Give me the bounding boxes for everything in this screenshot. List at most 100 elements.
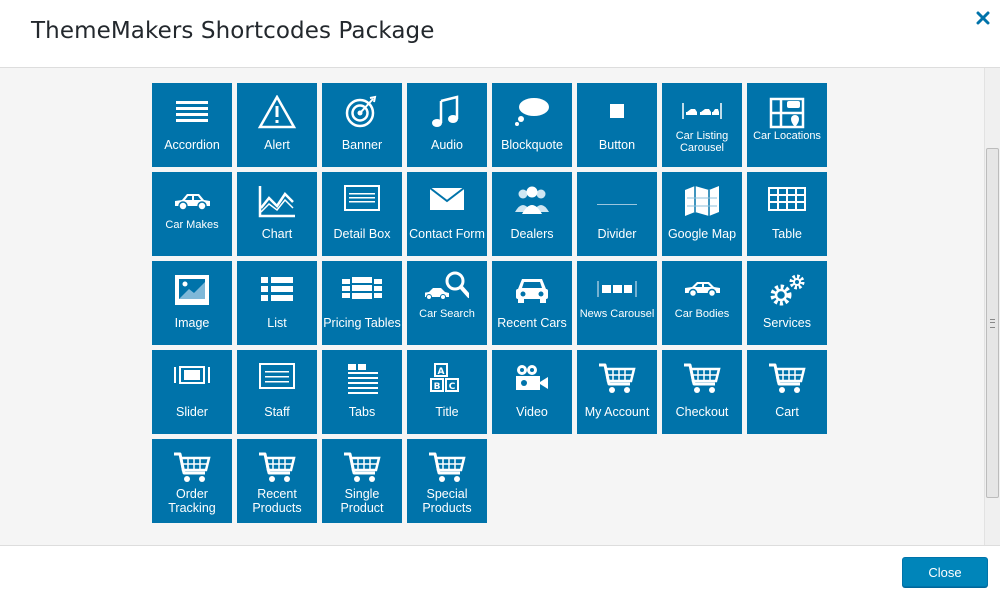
shortcode-tile-table[interactable]: Table [747,172,827,256]
shortcode-label: Google Map [667,227,737,241]
shortcode-label: Car Bodies [674,308,730,320]
shortcode-tile-recent-cars[interactable]: Recent Cars [492,261,572,345]
shortcode-tile-cart[interactable]: Cart [747,350,827,434]
shortcode-label: Cart [775,405,799,419]
scrollbar[interactable] [984,68,1000,545]
dialog-footer: Close [0,545,1000,596]
shortcode-label: Services [763,316,811,330]
dialog-title: ThemeMakers Shortcodes Package [31,18,435,44]
google-map-icon [662,172,742,230]
shortcode-label: Recent Cars [497,316,567,330]
video-icon [492,350,572,408]
banner-icon [322,83,402,141]
shortcode-label: Car Listing Carousel [675,130,729,154]
shortcode-label: List [267,316,287,330]
shortcode-tile-banner[interactable]: Banner [322,83,402,167]
contact-form-icon [407,172,487,230]
shortcode-tile-services[interactable]: Services [747,261,827,345]
shortcode-label: Single Product [340,487,384,515]
shortcode-tile-audio[interactable]: Audio [407,83,487,167]
shortcode-tile-title[interactable]: A B C Title [407,350,487,434]
shortcode-tile-car-makes[interactable]: Car Makes [152,172,232,256]
shortcode-tile-car-search[interactable]: Car Search [407,261,487,345]
image-icon [152,261,232,319]
shortcode-tile-my-account[interactable]: My Account [577,350,657,434]
tabs-icon [322,350,402,408]
pricing-tables-icon [322,261,402,319]
shortcode-tile-video[interactable]: Video [492,350,572,434]
shortcode-tile-tabs[interactable]: Tabs [322,350,402,434]
shortcode-tile-special-products[interactable]: Special Products [407,439,487,523]
shortcode-tile-car-bodies[interactable]: Car Bodies [662,261,742,345]
shortcode-label: Car Locations [753,130,821,142]
shortcode-label: Title [435,405,459,419]
shortcode-tile-google-map[interactable]: Google Map [662,172,742,256]
shortcode-tile-contact-form[interactable]: Contact Form [407,172,487,256]
shortcode-tile-divider[interactable]: Divider [577,172,657,256]
shortcode-label: Pricing Tables [323,316,401,330]
shortcode-tile-recent-products[interactable]: Recent Products [237,439,317,523]
detail-box-icon [322,172,402,230]
accordion-icon [152,83,232,141]
shortcode-tile-dealers[interactable]: Dealers [492,172,572,256]
divider-icon [577,172,657,230]
services-icon [747,261,827,319]
shortcode-tile-list[interactable]: List [237,261,317,345]
shortcode-tile-single-product[interactable]: Single Product [322,439,402,523]
shortcode-label: Audio [431,138,463,152]
dialog-header: ThemeMakers Shortcodes Package [0,0,1000,68]
svg-text:A: A [438,367,445,377]
shortcode-label: Table [772,227,802,241]
shortcode-label: My Account [584,405,650,419]
shortcode-tile-alert[interactable]: Alert [237,83,317,167]
shortcode-label: Slider [176,405,208,419]
shortcode-label: Special Products [422,487,472,515]
shortcode-label: Car Makes [165,219,219,231]
shortcode-label: Detail Box [333,227,391,241]
shortcode-label: Banner [341,138,383,152]
alert-icon [237,83,317,141]
shortcode-label: Divider [597,227,637,241]
shortcode-tile-slider[interactable]: Slider [152,350,232,434]
shortcode-tile-news-carousel[interactable]: News Carousel [577,261,657,345]
shortcode-label: Order Tracking [168,487,216,515]
staff-icon [237,350,317,408]
shortcode-tile-car-locations[interactable]: Car Locations [747,83,827,167]
shortcode-tile-button[interactable]: Button [577,83,657,167]
shortcode-tile-detail-box[interactable]: Detail Box [322,172,402,256]
shortcode-tile-car-listing-carousel[interactable]: Car Listing Carousel [662,83,742,167]
shortcode-label: News Carousel [579,308,655,320]
shortcode-tile-image[interactable]: Image [152,261,232,345]
scrollbar-thumb[interactable] [986,148,999,498]
button-icon [577,83,657,141]
shortcode-label: Image [174,316,210,330]
shortcode-tile-staff[interactable]: Staff [237,350,317,434]
shortcode-tile-blockquote[interactable]: Blockquote [492,83,572,167]
shortcodes-panel: Accordion Alert Banner Audio Blockquote Butto… [0,68,984,545]
slider-icon [152,350,232,408]
svg-text:C: C [449,382,456,392]
shortcode-tile-checkout[interactable]: Checkout [662,350,742,434]
chart-icon [237,172,317,230]
list-icon [237,261,317,319]
blockquote-icon [492,83,572,141]
close-x-icon[interactable] [974,8,992,28]
recent-cars-icon [492,261,572,319]
shortcode-tile-chart[interactable]: Chart [237,172,317,256]
shortcode-tile-pricing-tables[interactable]: Pricing Tables [322,261,402,345]
close-button[interactable]: Close [902,557,988,587]
dealers-icon [492,172,572,230]
shortcode-label: Button [598,138,636,152]
shortcode-label: Contact Form [409,227,485,241]
cart-icon [577,350,657,408]
shortcode-label: Video [516,405,548,419]
shortcode-tile-order-tracking[interactable]: Order Tracking [152,439,232,523]
cart-icon [662,350,742,408]
shortcode-label: Chart [261,227,293,241]
shortcode-label: Alert [264,138,290,152]
title-icon: ABC [407,350,487,408]
shortcode-tile-accordion[interactable]: Accordion [152,83,232,167]
svg-text:B: B [434,382,441,392]
cart-icon [747,350,827,408]
shortcode-label: Tabs [348,405,376,419]
